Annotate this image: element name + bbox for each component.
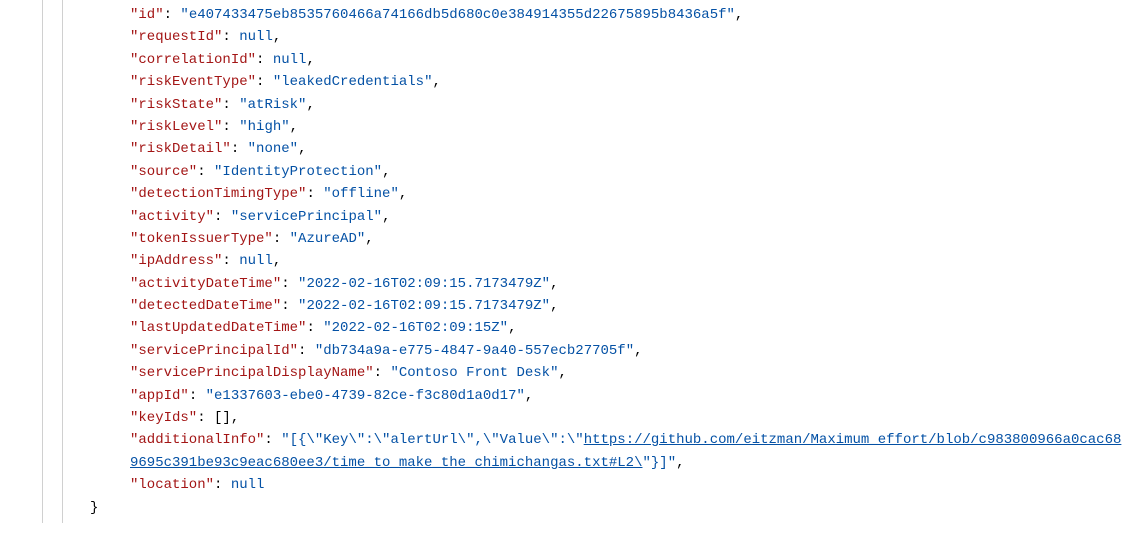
json-line: "detectionTimingType": "offline",	[130, 183, 1127, 205]
json-line: "correlationId": null,	[130, 49, 1127, 71]
json-value-prefix: "[{\"Key\":\"alertUrl\",\"Value\":\"	[281, 432, 583, 448]
json-value: "Contoso Front Desk"	[390, 365, 558, 381]
json-line: "riskDetail": "none",	[130, 138, 1127, 160]
json-line: "activity": "servicePrincipal",	[130, 206, 1127, 228]
json-line: "appId": "e1337603-ebe0-4739-82ce-f3c80d…	[130, 385, 1127, 407]
json-line: "lastUpdatedDateTime": "2022-02-16T02:09…	[130, 317, 1127, 339]
json-key: "location"	[130, 477, 214, 493]
json-key: "riskState"	[130, 97, 222, 113]
json-line: "additionalInfo": "[{\"Key\":\"alertUrl\…	[20, 429, 1127, 474]
json-line: "activityDateTime": "2022-02-16T02:09:15…	[130, 273, 1127, 295]
json-line: "keyIds": [],	[130, 407, 1127, 429]
json-value: "db734a9a-e775-4847-9a40-557ecb27705f"	[315, 343, 634, 359]
json-key: "activity"	[130, 209, 214, 225]
json-key: "servicePrincipalId"	[130, 343, 298, 359]
json-key: "tokenIssuerType"	[130, 231, 273, 247]
json-value: "high"	[239, 119, 289, 135]
json-close-brace: }	[90, 497, 1127, 519]
json-line: "tokenIssuerType": "AzureAD",	[130, 228, 1127, 250]
json-key: "detectionTimingType"	[130, 186, 306, 202]
json-value: null	[231, 477, 265, 493]
json-line: "location": null	[130, 474, 1127, 496]
json-key: "correlationId"	[130, 52, 256, 68]
json-key: "detectedDateTime"	[130, 298, 281, 314]
json-key: "riskDetail"	[130, 141, 231, 157]
json-key: "activityDateTime"	[130, 276, 281, 292]
json-value: []	[214, 410, 231, 426]
json-value: null	[239, 253, 273, 269]
json-value: "2022-02-16T02:09:15.7173479Z"	[298, 298, 550, 314]
json-key: "riskEventType"	[130, 74, 256, 90]
json-line: "ipAddress": null,	[130, 250, 1127, 272]
json-key: "ipAddress"	[130, 253, 222, 269]
json-value: "atRisk"	[239, 97, 306, 113]
json-object: "id": "e407433475eb8535760466a74166db5d6…	[0, 0, 1139, 523]
json-value-suffix: "}]"	[642, 455, 676, 471]
json-line: "riskLevel": "high",	[130, 116, 1127, 138]
json-key: "keyIds"	[130, 410, 197, 426]
json-value: null	[273, 52, 307, 68]
json-value: "offline"	[323, 186, 399, 202]
json-line: "detectedDateTime": "2022-02-16T02:09:15…	[130, 295, 1127, 317]
json-line: "requestId": null,	[130, 26, 1127, 48]
json-value: "AzureAD"	[290, 231, 366, 247]
json-value: "e1337603-ebe0-4739-82ce-f3c80d1a0d17"	[206, 388, 525, 404]
json-key: "id"	[130, 7, 164, 23]
json-line: "servicePrincipalDisplayName": "Contoso …	[130, 362, 1127, 384]
json-line: "servicePrincipalId": "db734a9a-e775-484…	[130, 340, 1127, 362]
json-key: "source"	[130, 164, 197, 180]
json-key: "lastUpdatedDateTime"	[130, 320, 306, 336]
json-value: "servicePrincipal"	[231, 209, 382, 225]
json-value: "none"	[248, 141, 298, 157]
json-key: "additionalInfo"	[130, 432, 264, 448]
json-value: "2022-02-16T02:09:15.7173479Z"	[298, 276, 550, 292]
json-value: "e407433475eb8535760466a74166db5d680c0e3…	[180, 7, 735, 23]
json-line: "riskEventType": "leakedCredentials",	[130, 71, 1127, 93]
json-key: "requestId"	[130, 29, 222, 45]
json-line: "id": "e407433475eb8535760466a74166db5d6…	[130, 4, 1127, 26]
json-line: "source": "IdentityProtection",	[130, 161, 1127, 183]
json-key: "appId"	[130, 388, 189, 404]
json-value: "leakedCredentials"	[273, 74, 433, 90]
json-line: "riskState": "atRisk",	[130, 94, 1127, 116]
json-value: "2022-02-16T02:09:15Z"	[323, 320, 508, 336]
json-key: "riskLevel"	[130, 119, 222, 135]
json-value: null	[239, 29, 273, 45]
json-key: "servicePrincipalDisplayName"	[130, 365, 374, 381]
json-value: "IdentityProtection"	[214, 164, 382, 180]
